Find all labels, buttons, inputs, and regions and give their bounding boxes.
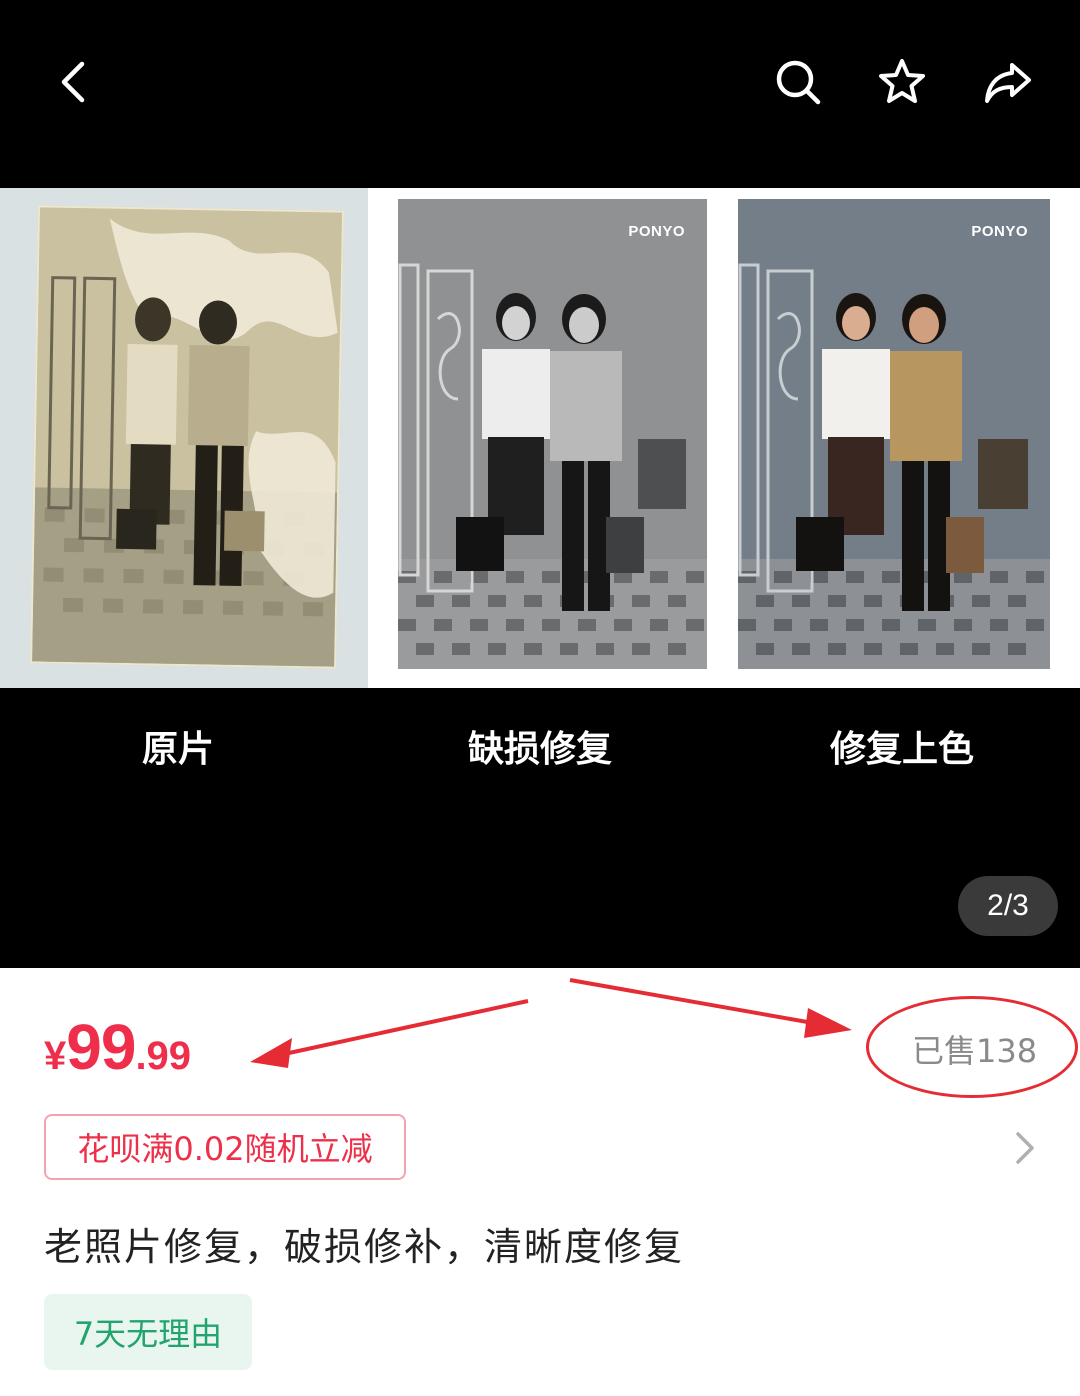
product-title: 老照片修复，破损修补，清晰度修复 — [44, 1225, 685, 1269]
comparison-image: PONYO PONYO — [0, 188, 1080, 688]
share-button[interactable] — [978, 52, 1038, 112]
favorite-button[interactable] — [872, 52, 932, 112]
sold-count: 已售138 — [912, 1032, 1038, 1070]
panel-captions: 原片 缺损修复 修复上色 — [0, 720, 1080, 780]
original-photo — [30, 205, 344, 669]
search-button[interactable] — [768, 52, 828, 112]
caption-repair-colorize: 修复上色 — [829, 729, 974, 770]
star-icon — [879, 59, 925, 103]
colorized-photo-panel: PONYO — [734, 188, 1054, 688]
colorized-photo: PONYO — [738, 199, 1050, 669]
original-photo-panel — [0, 188, 368, 688]
chevron-left-icon — [61, 61, 85, 103]
caption-damage-repair: 缺损修复 — [467, 729, 612, 770]
restored-photo: PONYO — [398, 199, 707, 669]
price-integer: 99 — [66, 1011, 136, 1083]
currency-symbol: ¥ — [44, 1034, 67, 1078]
top-nav-bar — [0, 0, 1080, 170]
search-icon — [776, 60, 821, 105]
watermark-logo: PONYO — [971, 223, 1028, 240]
restored-photo-panel: PONYO — [392, 188, 712, 688]
price: ¥99.99 — [44, 1010, 191, 1084]
product-gallery[interactable]: PONYO PONYO 原片 缺损修复 修复上色 2/3 — [0, 0, 1080, 968]
back-button[interactable] — [44, 52, 104, 112]
price-decimal: .99 — [135, 1034, 192, 1078]
coupon-badge[interactable]: 花呗满0.02随机立减 — [44, 1114, 406, 1180]
caption-original: 原片 — [141, 729, 214, 770]
page-indicator: 2/3 — [958, 876, 1058, 936]
watermark-logo: PONYO — [628, 223, 685, 240]
return-policy-tag: 7天无理由 — [44, 1294, 252, 1370]
share-arrow-icon — [985, 63, 1031, 103]
chevron-right-icon[interactable] — [1006, 1126, 1042, 1170]
